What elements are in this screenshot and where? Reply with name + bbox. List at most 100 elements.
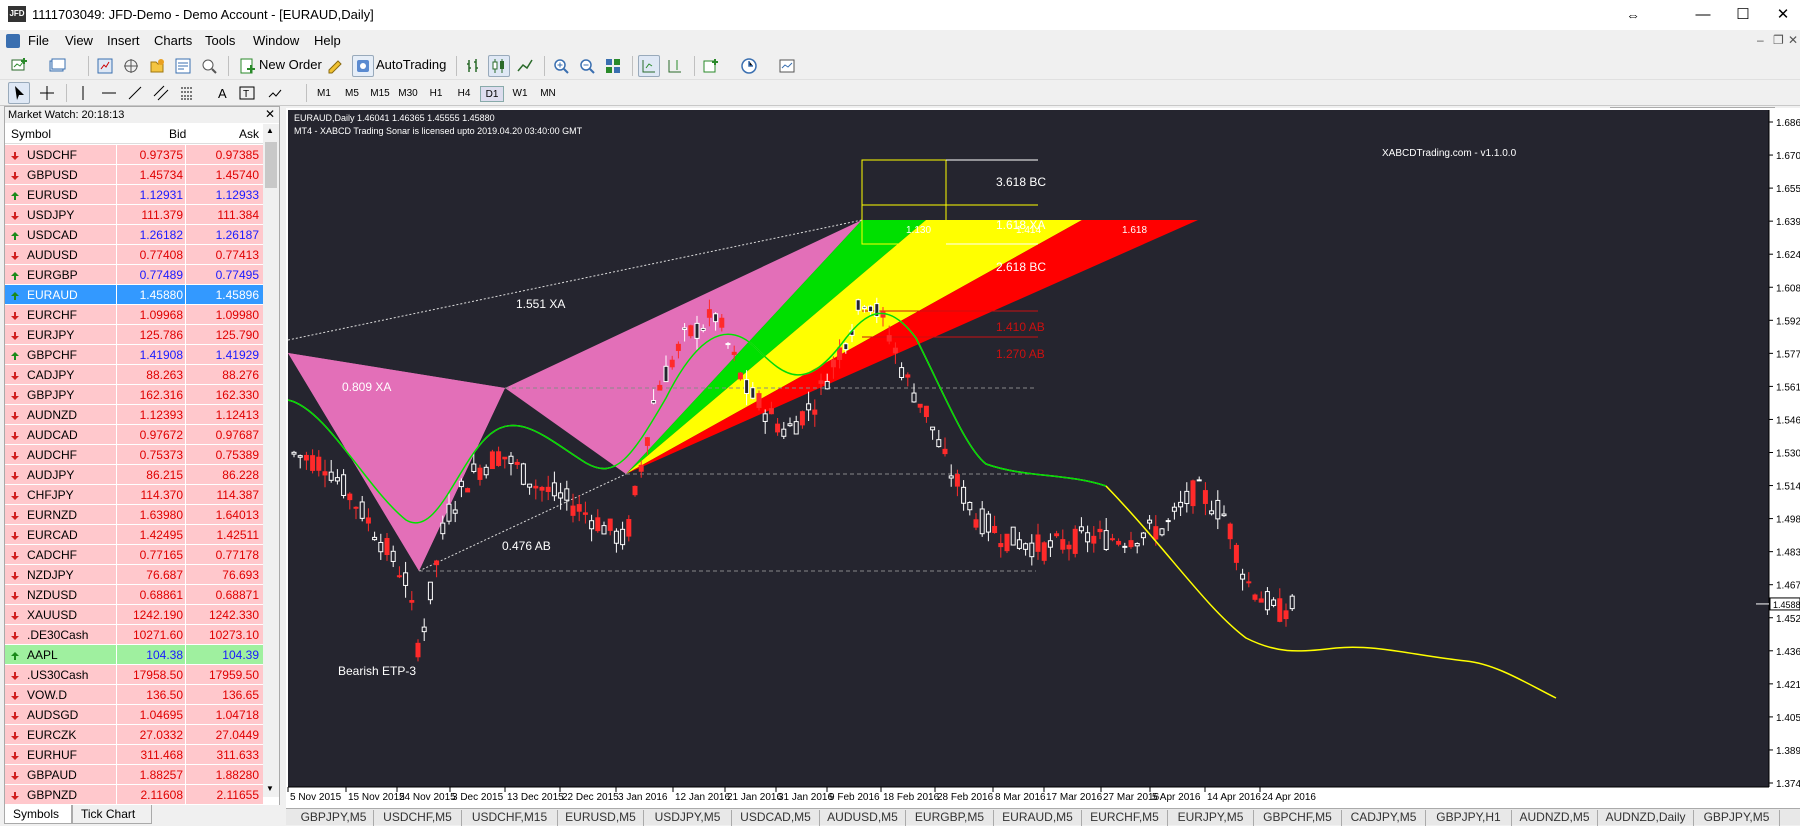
column-symbol[interactable]: Symbol	[11, 127, 51, 141]
market-watch-row[interactable]: CADJPY 88.263 88.276	[5, 365, 263, 385]
text-tool-icon[interactable]: A	[212, 82, 234, 104]
chart-tab[interactable]: USDCAD,M5	[732, 810, 820, 826]
timeframe-m15[interactable]: M15	[368, 86, 392, 102]
chart-tab[interactable]: USDCHF,M5	[374, 810, 462, 826]
line-chart-icon[interactable]	[514, 55, 536, 77]
market-watch-row[interactable]: AUDSGD 1.04695 1.04718	[5, 705, 263, 725]
menu-file[interactable]: File	[28, 33, 49, 48]
market-watch-row[interactable]: AUDNZD 1.12393 1.12413	[5, 405, 263, 425]
chart-window[interactable]: EURAUD,Daily 1.46041 1.46365 1.45555 1.4…	[286, 108, 1800, 808]
menu-insert[interactable]: Insert	[107, 33, 140, 48]
market-watch-row[interactable]: CADCHF 0.77165 0.77178	[5, 545, 263, 565]
menu-help[interactable]: Help	[314, 33, 341, 48]
price-chart[interactable]: EURAUD,Daily 1.46041 1.46365 1.45555 1.4…	[286, 108, 1800, 808]
new-chart-icon[interactable]	[8, 55, 30, 77]
strategy-tester-icon[interactable]	[198, 55, 220, 77]
column-ask[interactable]: Ask	[239, 127, 259, 141]
chart-tab[interactable]: EURUSD,M5	[558, 810, 644, 826]
market-watch-row[interactable]: NZDJPY 76.687 76.693	[5, 565, 263, 585]
market-watch-row[interactable]: AUDCAD 0.97672 0.97687	[5, 425, 263, 445]
market-watch-row[interactable]: EURAUD 1.45880 1.45896	[5, 285, 263, 305]
timeframe-m5[interactable]: M5	[340, 86, 364, 102]
equidistant-channel-icon[interactable]	[150, 82, 172, 104]
market-watch-row[interactable]: GBPUSD 1.45734 1.45740	[5, 165, 263, 185]
chart-tab[interactable]: USDCHF,M15	[462, 810, 558, 826]
menu-window[interactable]: Window	[253, 33, 299, 48]
chart-tab[interactable]: EURCHF,M5	[1082, 810, 1168, 826]
timeframe-m1[interactable]: M1	[312, 86, 336, 102]
market-watch-row[interactable]: EURCAD 1.42495 1.42511	[5, 525, 263, 545]
scroll-down-icon[interactable]: ▼	[266, 784, 274, 793]
horizontal-line-icon[interactable]	[98, 82, 120, 104]
auto-scroll-icon[interactable]	[638, 55, 660, 77]
cursor-icon[interactable]	[8, 82, 30, 104]
market-watch-row[interactable]: .DE30Cash 10271.60 10273.10	[5, 625, 263, 645]
scroll-up-icon[interactable]: ▲	[266, 126, 274, 135]
close-window-button[interactable]: ✕	[1760, 0, 1800, 30]
menu-charts[interactable]: Charts	[154, 33, 192, 48]
chart-tab[interactable]: GBPJPY,H1	[1426, 810, 1512, 826]
autotrading-button[interactable]: AutoTrading	[376, 57, 446, 72]
chart-tab[interactable]: GBPJPY,M5	[1694, 810, 1780, 826]
market-watch-row[interactable]: .US30Cash 17958.50 17959.50	[5, 665, 263, 685]
indicators-icon[interactable]	[700, 55, 722, 77]
profiles-icon[interactable]	[46, 55, 68, 77]
bar-chart-icon[interactable]	[462, 55, 484, 77]
market-watch-row[interactable]: GBPCHF 1.41908 1.41929	[5, 345, 263, 365]
templates-icon[interactable]	[776, 55, 798, 77]
navigator-icon[interactable]	[146, 55, 168, 77]
crosshair-icon[interactable]	[36, 82, 58, 104]
market-watch-row[interactable]: VOW.D 136.50 136.65	[5, 685, 263, 705]
chart-shift-icon[interactable]	[664, 55, 686, 77]
market-watch-row[interactable]: EURCZK 27.0332 27.0449	[5, 725, 263, 745]
chart-tab[interactable]: GBPJPY,M5	[294, 810, 374, 826]
chart-tab[interactable]: GBPCHF,M5	[1254, 810, 1342, 826]
market-watch-row[interactable]: EURGBP 0.77489 0.77495	[5, 265, 263, 285]
market-watch-scrollbar[interactable]: ▲ ▼	[263, 124, 279, 797]
data-window-icon[interactable]	[120, 55, 142, 77]
timeframe-h1[interactable]: H1	[424, 86, 448, 102]
mdi-minimize-button[interactable]: –	[1757, 33, 1764, 47]
autotrading-icon[interactable]	[352, 55, 374, 77]
market-watch-row[interactable]: CHFJPY 114.370 114.387	[5, 485, 263, 505]
menu-tools[interactable]: Tools	[205, 33, 235, 48]
market-watch-row[interactable]: XAUUSD 1242.190 1242.330	[5, 605, 263, 625]
market-watch-close-icon[interactable]: ✕	[265, 107, 275, 121]
market-watch-row[interactable]: EURHUF 311.468 311.633	[5, 745, 263, 765]
zoom-in-icon[interactable]	[550, 55, 572, 77]
chart-tab[interactable]: CADJPY,M5	[1342, 810, 1426, 826]
zoom-out-icon[interactable]	[576, 55, 598, 77]
market-watch-toggle-icon[interactable]	[94, 55, 116, 77]
market-watch-row[interactable]: GBPNZD 2.11608 2.11655	[5, 785, 263, 805]
market-watch-row[interactable]: AUDUSD 0.77408 0.77413	[5, 245, 263, 265]
text-label-icon[interactable]: T	[236, 82, 258, 104]
arrows-icon[interactable]	[264, 82, 286, 104]
mdi-restore-button[interactable]: ❐	[1773, 33, 1784, 47]
chart-tab[interactable]: EURAUD,M5	[994, 810, 1082, 826]
market-watch-row[interactable]: EURCHF 1.09968 1.09980	[5, 305, 263, 325]
market-watch-row[interactable]: USDCAD 1.26182 1.26187	[5, 225, 263, 245]
vertical-line-icon[interactable]	[72, 82, 94, 104]
fibonacci-icon[interactable]	[176, 82, 198, 104]
menu-view[interactable]: View	[65, 33, 93, 48]
market-watch-row[interactable]: EURNZD 1.63980 1.64013	[5, 505, 263, 525]
chart-tab[interactable]: EURJPY,M5	[1168, 810, 1254, 826]
tab-symbols[interactable]: Symbols	[4, 805, 72, 824]
timeframe-d1[interactable]: D1	[480, 86, 504, 102]
periods-clock-icon[interactable]	[738, 55, 760, 77]
metaeditor-icon[interactable]	[324, 55, 346, 77]
scroll-thumb[interactable]	[265, 142, 277, 188]
market-watch-row[interactable]: USDJPY 111.379 111.384	[5, 205, 263, 225]
candlestick-chart-icon[interactable]	[488, 55, 510, 77]
market-watch-row[interactable]: GBPJPY 162.316 162.330	[5, 385, 263, 405]
market-watch-row[interactable]: AUDCHF 0.75373 0.75389	[5, 445, 263, 465]
market-watch-row[interactable]: AAPL 104.38 104.39	[5, 645, 263, 665]
chart-tab[interactable]: AUDUSD,M5	[820, 810, 906, 826]
market-watch-row[interactable]: EURJPY 125.786 125.790	[5, 325, 263, 345]
resize-arrows-icon[interactable]: ⇔	[1610, 0, 1656, 30]
chart-tab[interactable]: AUDNZD,M5	[1512, 810, 1598, 826]
timeframe-h4[interactable]: H4	[452, 86, 476, 102]
chart-tab[interactable]: USDJPY,M5	[644, 810, 732, 826]
market-watch-row[interactable]: USDCHF 0.97375 0.97385	[5, 145, 263, 165]
market-watch-row[interactable]: GBPAUD 1.88257 1.88280	[5, 765, 263, 785]
